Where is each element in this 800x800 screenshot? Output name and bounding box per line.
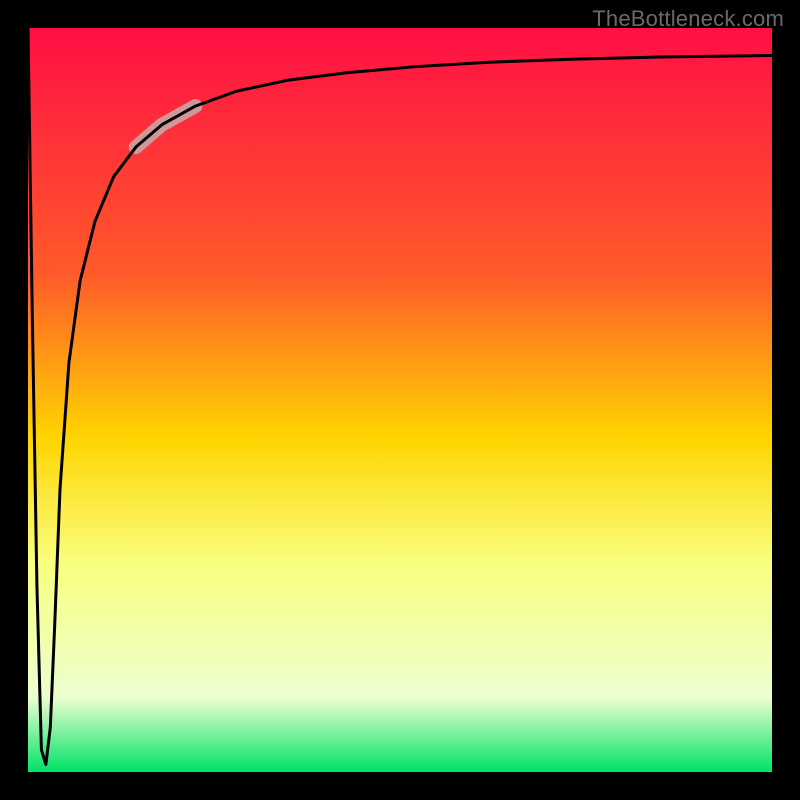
watermark-text: TheBottleneck.com	[592, 6, 784, 32]
bottleneck-chart	[0, 0, 800, 800]
chart-container: TheBottleneck.com	[0, 0, 800, 800]
